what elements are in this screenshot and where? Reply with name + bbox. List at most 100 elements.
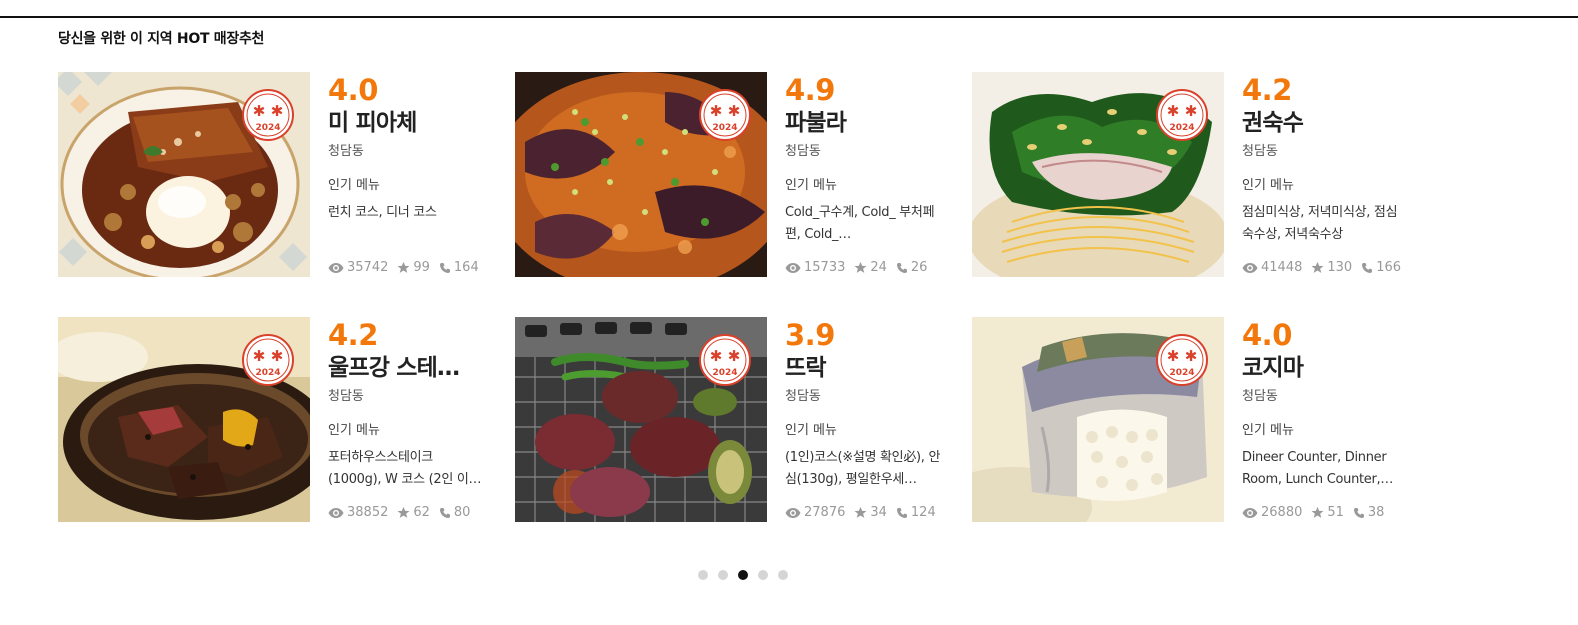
views-count: 41448: [1261, 260, 1303, 275]
restaurant-card[interactable]: ✱ ✱ 2024 4.2 울프강 스테… 청담동 인기 메뉴 포터하우스스테이크…: [58, 317, 498, 523]
views-stat: 41448: [1242, 260, 1302, 275]
stars-count: 34: [870, 505, 887, 520]
eye-icon: [328, 262, 344, 273]
calls-stat: 26: [896, 260, 927, 275]
restaurant-name[interactable]: 권숙수: [1242, 108, 1402, 138]
svg-text:✱: ✱: [271, 347, 284, 365]
calls-count: 38: [1367, 505, 1385, 520]
svg-text:✱: ✱: [728, 102, 741, 120]
badge-year: 2024: [712, 123, 737, 133]
restaurant-card[interactable]: ✱ ✱ 2024 4.0 코지마 청담동 인기 메뉴 Dineer Counte…: [972, 317, 1412, 523]
star-icon: [397, 506, 410, 518]
restaurant-rating: 4.0: [328, 73, 378, 107]
calls-stat: 80: [439, 505, 471, 520]
ribbon-2024-badge-icon: ✱ ✱ 2024: [1156, 334, 1208, 386]
calls-count: 166: [1376, 260, 1402, 275]
restaurant-area: 청담동: [328, 144, 364, 159]
badge-year: 2024: [255, 123, 280, 133]
ribbon-2024-badge-icon: ✱ ✱ 2024: [242, 89, 294, 141]
badge-year: 2024: [1169, 368, 1194, 378]
eye-icon: [328, 507, 344, 518]
restaurant-photo[interactable]: ✱ ✱ 2024: [515, 317, 767, 522]
restaurant-name[interactable]: 울프강 스테…: [328, 353, 488, 383]
popular-menu-text: Dineer Counter, Dinner Room, Lunch Count…: [1242, 450, 1394, 487]
phone-icon: [439, 507, 450, 518]
stars-count: 99: [413, 260, 430, 275]
views-stat: 26880: [1242, 505, 1302, 520]
page-dot-3[interactable]: [738, 570, 748, 580]
eye-icon: [785, 507, 801, 518]
restaurant-info: 4.2 권숙수 청담동 인기 메뉴 점심미식상, 저녁미식상, 점심숙수상, 저…: [1242, 72, 1412, 246]
calls-count: 124: [910, 505, 936, 520]
restaurant-name[interactable]: 미 피아체: [328, 108, 488, 138]
stars-stat: 62: [397, 505, 430, 520]
restaurant-area: 청담동: [785, 389, 821, 404]
views-count: 38852: [347, 505, 389, 520]
restaurant-card[interactable]: ✱ ✱ 2024 4.0 미 피아체 청담동 인기 메뉴 런치 코스, 디너 코…: [58, 72, 498, 278]
restaurant-stats: 26880 51 38: [1242, 505, 1393, 520]
popular-menu-label: 인기 메뉴: [1242, 178, 1294, 193]
svg-text:✱: ✱: [1167, 347, 1180, 365]
eye-icon: [1242, 507, 1258, 518]
phone-icon: [439, 262, 450, 273]
ribbon-2024-badge-icon: ✱ ✱ 2024: [699, 89, 751, 141]
restaurant-card[interactable]: ✱ ✱ 2024 3.9 뜨락 청담동 인기 메뉴 (1인)코스(※설명 확인必…: [515, 317, 955, 523]
restaurant-info: 4.2 울프강 스테… 청담동 인기 메뉴 포터하우스스테이크 (1000g),…: [328, 317, 498, 491]
restaurant-photo[interactable]: ✱ ✱ 2024: [972, 317, 1224, 522]
svg-text:✱: ✱: [271, 102, 284, 120]
page-dot-4[interactable]: [758, 570, 768, 580]
restaurant-name[interactable]: 파불라: [785, 108, 945, 138]
restaurant-rating: 4.2: [1242, 73, 1292, 107]
svg-text:✱: ✱: [728, 347, 741, 365]
restaurant-photo[interactable]: ✱ ✱ 2024: [515, 72, 767, 277]
popular-menu-text: Cold_구수계, Cold_ 부처페편, Cold_…: [785, 205, 935, 242]
calls-stat: 164: [439, 260, 479, 275]
restaurant-info: 3.9 뜨락 청담동 인기 메뉴 (1인)코스(※설명 확인必), 안심(130…: [785, 317, 955, 491]
restaurant-card[interactable]: ✱ ✱ 2024 4.2 권숙수 청담동 인기 메뉴 점심미식상, 저녁미식상,…: [972, 72, 1412, 278]
views-count: 26880: [1261, 505, 1303, 520]
badge-year: 2024: [1169, 123, 1194, 133]
popular-menu-text: 런치 코스, 디너 코스: [328, 205, 437, 220]
calls-count: 164: [453, 260, 479, 275]
restaurant-photo[interactable]: ✱ ✱ 2024: [58, 72, 310, 277]
stars-stat: 34: [854, 505, 887, 520]
stars-stat: 99: [397, 260, 430, 275]
svg-text:✱: ✱: [1185, 347, 1198, 365]
top-divider: [0, 16, 1578, 18]
calls-stat: 38: [1353, 505, 1385, 520]
stars-count: 51: [1327, 505, 1344, 520]
badge-year: 2024: [255, 368, 280, 378]
restaurant-card[interactable]: ✱ ✱ 2024 4.9 파불라 청담동 인기 메뉴 Cold_구수계, Col…: [515, 72, 955, 278]
restaurant-name[interactable]: 뜨락: [785, 353, 945, 383]
stars-count: 130: [1327, 260, 1353, 275]
page-dot-1[interactable]: [698, 570, 708, 580]
calls-count: 80: [453, 505, 471, 520]
phone-icon: [896, 507, 907, 518]
restaurant-stats: 38852 62 80: [328, 505, 479, 520]
popular-menu-label: 인기 메뉴: [785, 178, 837, 193]
popular-menu-label: 인기 메뉴: [785, 423, 837, 438]
phone-icon: [1362, 262, 1373, 273]
eye-icon: [1242, 262, 1258, 273]
calls-stat: 166: [1361, 260, 1401, 275]
carousel-pagination: [698, 570, 798, 580]
page-dot-5[interactable]: [778, 570, 788, 580]
section-title: 당신을 위한 이 지역 HOT 매장추천: [58, 31, 265, 47]
popular-menu-text: (1인)코스(※설명 확인必), 안심(130g), 평일한우세…: [785, 450, 941, 487]
star-icon: [397, 261, 410, 273]
svg-text:✱: ✱: [710, 102, 723, 120]
restaurant-info: 4.0 코지마 청담동 인기 메뉴 Dineer Counter, Dinner…: [1242, 317, 1412, 491]
eye-icon: [785, 262, 801, 273]
svg-text:✱: ✱: [1185, 102, 1198, 120]
restaurant-info: 4.0 미 피아체 청담동 인기 메뉴 런치 코스, 디너 코스: [328, 72, 498, 246]
star-icon: [854, 261, 867, 273]
restaurant-name[interactable]: 코지마: [1242, 353, 1402, 383]
popular-menu-text: 포터하우스스테이크 (1000g), W 코스 (2인 이…: [328, 450, 482, 487]
restaurant-area: 청담동: [328, 389, 364, 404]
restaurant-info: 4.9 파불라 청담동 인기 메뉴 Cold_구수계, Cold_ 부처페편, …: [785, 72, 955, 246]
restaurant-rating: 4.9: [785, 73, 835, 107]
restaurant-photo[interactable]: ✱ ✱ 2024: [58, 317, 310, 522]
restaurant-photo[interactable]: ✱ ✱ 2024: [972, 72, 1224, 277]
page-dot-2[interactable]: [718, 570, 728, 580]
popular-menu-label: 인기 메뉴: [328, 423, 380, 438]
